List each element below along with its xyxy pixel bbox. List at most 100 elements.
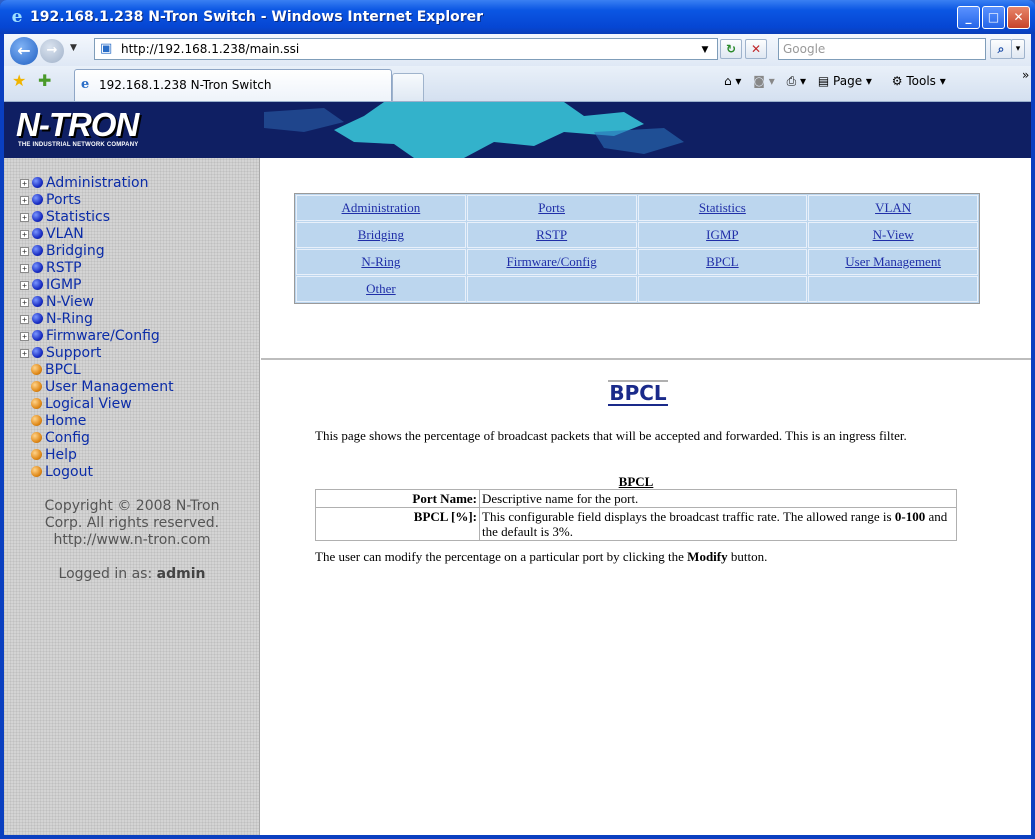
sidebar-item-vlan[interactable]: + VLAN (20, 226, 84, 243)
menu-cell: Statistics (637, 195, 808, 221)
logo-text: N-TRON (16, 106, 139, 143)
address-bar: ← → ▼ ▣ http://192.168.1.238/main.ssi ▼ … (4, 34, 1031, 66)
expand-icon[interactable]: + (20, 179, 29, 188)
chevron-more-icon[interactable]: » (1022, 68, 1029, 82)
sidebar-item-label: RSTP (46, 260, 82, 276)
add-favorite-icon[interactable]: ✚ (38, 72, 51, 90)
sidebar-item-administration[interactable]: + Administration (20, 175, 148, 192)
page-menu[interactable]: ▤ Page ▾ (818, 74, 880, 88)
expand-icon[interactable]: + (20, 230, 29, 239)
sidebar-item-label: Home (45, 413, 87, 429)
print-icon[interactable]: ⎙ ▾ (787, 74, 806, 89)
title-bar: e 192.168.1.238 N-Tron Switch - Windows … (0, 0, 1035, 34)
menu-link-nview[interactable]: N-View (873, 227, 914, 242)
sidebar-item-help[interactable]: Help (31, 447, 77, 464)
close-button[interactable]: ✕ (1007, 6, 1030, 29)
table-row: Port Name: Descriptive name for the port… (315, 489, 957, 508)
sidebar-item-logout[interactable]: Logout (31, 464, 93, 481)
sidebar-item-label: Help (45, 447, 77, 463)
folder-bullet-icon (32, 313, 43, 324)
history-dropdown-icon[interactable]: ▼ (70, 43, 77, 53)
sidebar-item-label: N-View (46, 294, 94, 310)
stop-icon[interactable]: ✕ (745, 39, 767, 59)
menu-cell: N-Ring (296, 249, 466, 275)
expand-icon[interactable]: + (20, 298, 29, 307)
sidebar-item-rstp[interactable]: + RSTP (20, 260, 82, 277)
tools-menu[interactable]: ⚙ Tools ▾ (892, 74, 954, 88)
expand-icon[interactable]: + (20, 281, 29, 290)
window-title: 192.168.1.238 N-Tron Switch - Windows In… (30, 9, 484, 25)
favorites-star-icon[interactable]: ★ (12, 72, 26, 90)
search-input[interactable]: Google (778, 38, 986, 60)
sidebar-item-logical-view[interactable]: Logical View (31, 396, 132, 413)
sidebar-item-config[interactable]: Config (31, 430, 90, 447)
menu-link-user-management[interactable]: User Management (845, 254, 941, 269)
expand-icon[interactable]: + (20, 349, 29, 358)
menu-frame: Administration Ports Statistics VLAN Bri… (261, 158, 1031, 360)
expand-icon[interactable]: + (20, 196, 29, 205)
sidebar-item-label: Ports (46, 192, 82, 208)
command-bar: ⌂ ▾ ◙ ▾ ⎙ ▾ ▤ Page ▾ ⚙ Tools ▾ » (724, 68, 1029, 94)
section-menu: Administration Ports Statistics VLAN Bri… (294, 193, 980, 304)
menu-cell-empty (808, 276, 978, 302)
menu-link-statistics[interactable]: Statistics (699, 200, 746, 215)
outro-text: The user can modify the percentage on a … (315, 549, 688, 564)
maximize-button[interactable]: □ (982, 6, 1005, 29)
sidebar-item-label: BPCL (45, 362, 81, 378)
search-icon[interactable]: ⌕ (990, 39, 1012, 59)
feeds-icon[interactable]: ◙ ▾ (753, 74, 774, 88)
menu-link-bpcl[interactable]: BPCL (706, 254, 739, 269)
back-button[interactable]: ← (10, 37, 38, 65)
expand-icon[interactable]: + (20, 315, 29, 324)
content-frame: BPCL This page shows the percentage of b… (261, 362, 1031, 835)
folder-bullet-icon (32, 211, 43, 222)
minimize-button[interactable]: _ (957, 6, 980, 29)
menu-link-vlan[interactable]: VLAN (875, 200, 911, 215)
menu-link-igmp[interactable]: IGMP (706, 227, 739, 242)
copyright-notice: Copyright © 2008 N-Tron Corp. All rights… (4, 498, 260, 549)
new-tab-button[interactable] (392, 73, 424, 101)
ntron-banner: N-TRON THE INDUSTRIAL NETWORK COMPANY (4, 102, 1031, 158)
menu-link-other[interactable]: Other (366, 281, 396, 296)
url-dropdown-icon[interactable]: ▼ (694, 41, 716, 61)
url-input[interactable]: ▣ http://192.168.1.238/main.ssi (94, 38, 718, 60)
page-bullet-icon (31, 449, 42, 460)
sidebar-item-bpcl[interactable]: BPCL (31, 362, 81, 379)
home-icon[interactable]: ⌂ ▾ (724, 74, 741, 88)
definition-desc: This configurable field displays the bro… (479, 507, 957, 541)
forward-button[interactable]: → (40, 39, 64, 63)
tab-current[interactable]: e 192.168.1.238 N-Tron Switch (74, 69, 392, 101)
search-options-icon[interactable]: ▾ (1011, 39, 1025, 59)
refresh-icon[interactable]: ↻ (720, 39, 742, 59)
menu-link-rstp[interactable]: RSTP (536, 227, 567, 242)
sidebar-item-support[interactable]: + Support (20, 345, 101, 362)
menu-link-bridging[interactable]: Bridging (358, 227, 404, 242)
sidebar-item-statistics[interactable]: + Statistics (20, 209, 110, 226)
sidebar-item-firmware-config[interactable]: + Firmware/Config (20, 328, 160, 345)
sidebar-item-ports[interactable]: + Ports (20, 192, 81, 209)
page-viewport: N-TRON THE INDUSTRIAL NETWORK COMPANY + A… (4, 102, 1031, 835)
menu-link-firmware-config[interactable]: Firmware/Config (506, 254, 596, 269)
tools-menu-label: Tools ▾ (906, 74, 946, 88)
sidebar-item-igmp[interactable]: + IGMP (20, 277, 82, 294)
outro-paragraph: The user can modify the percentage on a … (315, 549, 957, 565)
menu-link-nring[interactable]: N-Ring (361, 254, 400, 269)
menu-cell: Bridging (296, 222, 466, 248)
expand-icon[interactable]: + (20, 264, 29, 273)
folder-bullet-icon (32, 228, 43, 239)
menu-link-administration[interactable]: Administration (342, 200, 421, 215)
menu-link-ports[interactable]: Ports (538, 200, 565, 215)
expand-icon[interactable]: + (20, 213, 29, 222)
sidebar-item-label: Config (45, 430, 90, 446)
sidebar-item-user-management[interactable]: User Management (31, 379, 174, 396)
sidebar-item-nring[interactable]: + N-Ring (20, 311, 93, 328)
logged-in-prefix: Logged in as: (58, 566, 157, 582)
definition-term: BPCL [%]: (315, 507, 480, 541)
definitions-caption: BPCL (618, 474, 654, 489)
expand-icon[interactable]: + (20, 247, 29, 256)
sidebar-item-home[interactable]: Home (31, 413, 86, 430)
expand-icon[interactable]: + (20, 332, 29, 341)
sidebar-item-bridging[interactable]: + Bridging (20, 243, 105, 260)
tab-label: 192.168.1.238 N-Tron Switch (99, 78, 272, 92)
sidebar-item-nview[interactable]: + N-View (20, 294, 94, 311)
